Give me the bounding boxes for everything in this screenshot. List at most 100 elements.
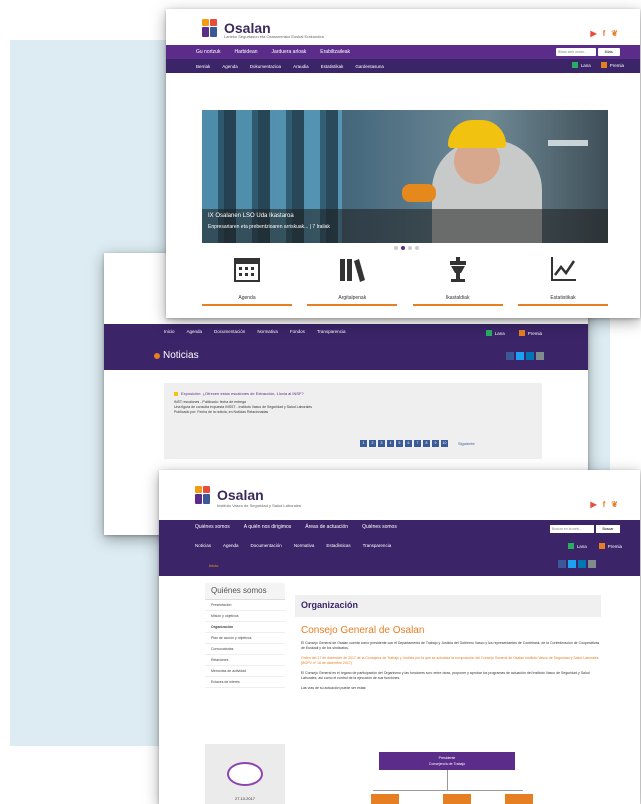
page-button[interactable]: 3 [378,440,385,447]
hero-title[interactable]: IX Osalanen LSO Uda Ikastaroa [208,213,602,219]
news-nav-item[interactable]: Transparencia [317,329,346,334]
page-button[interactable]: 1 [360,440,367,447]
youtube-icon[interactable]: ▶ [590,29,596,38]
slider-dot[interactable] [394,246,398,250]
sub-nav-item[interactable]: Dokumentazioa [250,64,281,69]
sidebar-item[interactable]: Presentación [205,600,285,611]
pagination: 1 2 3 4 5 6 7 8 9 10 Siguiente [360,440,475,447]
page-button[interactable]: 2 [369,440,376,447]
sidebar-item[interactable]: Enlaces de interés [205,677,285,688]
youtube-icon[interactable]: ▶ [590,500,596,509]
news-item-title[interactable]: Exposición: ¿Ofrecen estos escalones de … [174,391,532,396]
tile-underline [202,304,292,306]
lana-icon [485,330,492,336]
sidebar-item[interactable]: Misión y objetivos [205,611,285,622]
news-item[interactable]: Exposición: ¿Ofrecen estos escalones de … [164,383,542,459]
facebook-icon[interactable] [558,560,566,568]
search-input[interactable]: Buscar en la web... [550,525,594,533]
tile-estatistikak[interactable]: Estatistikak [517,253,608,306]
lana-link[interactable]: Lana [485,330,505,336]
premia-link[interactable]: Premia [518,330,542,336]
quick-links: Agenda Argitalpenak Ikastaldiak Estatist… [202,253,608,306]
twitter-icon[interactable] [516,352,524,360]
news-nav-item[interactable]: Fondos [290,329,305,334]
hero-slider[interactable]: IX Osalanen LSO Uda Ikastaroa Enpresaria… [202,110,608,243]
sidebar-item[interactable]: Relaciones [205,655,285,666]
facebook-icon[interactable] [506,352,514,360]
sub-nav-item[interactable]: Agenda [222,64,238,69]
twitter-icon[interactable]: ❦ [611,29,618,38]
main-nav-item[interactable]: A quién nos dirigimos [244,524,292,530]
facebook-icon[interactable]: f [603,29,606,38]
slider-dot[interactable] [408,246,412,250]
search-input[interactable]: Bilatu web orrian... [556,48,596,56]
main-nav-item[interactable]: Gu nortzuk [196,49,220,55]
linkedin-icon[interactable] [578,560,586,568]
sub-nav-item[interactable]: Estadísticas [326,543,350,548]
news-item-title-text[interactable]: Exposición: ¿Ofrecen estos escalones de … [181,391,304,396]
sidebar-item-active[interactable]: Organización [205,622,285,633]
org-chart-top-box: Presidente Consejero/a de Trabajo [379,752,515,770]
tile-ikastaldiak[interactable]: Ikastaldiak [412,253,503,306]
breadcrumb[interactable]: Inicio [209,563,218,568]
news-nav-item[interactable]: Agenda [187,329,203,334]
page-button[interactable]: 7 [414,440,421,447]
star-icon [174,391,178,396]
page-button[interactable]: 10 [441,440,448,447]
next-page-link[interactable]: Siguiente [458,441,475,446]
premia-icon [518,330,525,336]
sidebar-item[interactable]: Convocatorias [205,644,285,655]
sub-nav-item[interactable]: Noticias [195,543,211,548]
linkedin-icon[interactable] [526,352,534,360]
sidebar-title: Quiénes somos [205,583,285,600]
site-logo[interactable]: Osalan [195,486,264,504]
search-button[interactable]: Buscar [596,525,620,533]
main-nav-item[interactable]: Jarduera arloak [272,49,307,55]
sidebar-item[interactable]: Memorias de actividad [205,666,285,677]
news-nav-item[interactable]: Inicio [164,329,175,334]
twitter-icon[interactable]: ❦ [611,500,618,509]
home-page-screenshot: Osalan Laneko Segurtasun eta Osasunerako… [166,9,640,318]
main-nav-item[interactable]: Erabiltzaileak [320,49,350,55]
sub-nav-item[interactable]: Araudia [293,64,309,69]
twitter-icon[interactable] [568,560,576,568]
site-header: Osalan Instituto Vasco de Seguridad y Sa… [159,470,640,509]
page-button[interactable]: 9 [432,440,439,447]
lana-icon [567,543,574,549]
main-nav-item[interactable]: Harbidean [234,49,257,55]
sidebar-promo[interactable]: 27.10.2017 [205,744,285,804]
sub-nav-item[interactable]: Agenda [223,543,239,548]
news-nav-item[interactable]: Normativa [257,329,278,334]
slider-dots [394,246,419,250]
page-button[interactable]: 8 [423,440,430,447]
sub-nav-item[interactable]: Estatistikak [321,64,344,69]
logo-mark-icon [202,19,220,37]
order-link[interactable]: Orden del 17 de diciembre de 2017 de la … [295,656,601,666]
facebook-icon[interactable]: f [603,500,606,509]
main-nav-item[interactable]: Quiénes somos [195,524,230,530]
hard-hat-image [448,120,506,148]
main-nav-item[interactable]: Quiénes somos [362,524,397,530]
search-button[interactable]: Bilatu [598,48,620,56]
page-button[interactable]: 6 [405,440,412,447]
sidebar-item[interactable]: Plan de acción y objetivos [205,633,285,644]
sub-nav-item[interactable]: Transparencia [363,543,392,548]
sub-nav-item[interactable]: Gardentasuna [355,64,384,69]
premia-link[interactable]: Premia [598,543,622,549]
page-button[interactable]: 5 [396,440,403,447]
email-icon[interactable] [588,560,596,568]
slider-dot[interactable] [415,246,419,250]
email-icon[interactable] [536,352,544,360]
sub-nav-item[interactable]: Normativa [294,543,315,548]
tile-argitalpenak[interactable]: Argitalpenak [307,253,398,306]
slider-dot-active[interactable] [401,246,405,250]
sub-nav-item[interactable]: Documentación [251,543,282,548]
news-nav-item[interactable]: Documentación [214,329,245,334]
premia-link[interactable]: Premia [600,62,624,68]
page-button[interactable]: 4 [387,440,394,447]
lana-link[interactable]: Lana [571,62,591,68]
tile-agenda[interactable]: Agenda [202,253,292,306]
lana-link[interactable]: Lana [567,543,587,549]
main-nav-item[interactable]: Áreas de actuación [305,524,348,530]
sub-nav-item[interactable]: Berriak [196,64,210,69]
